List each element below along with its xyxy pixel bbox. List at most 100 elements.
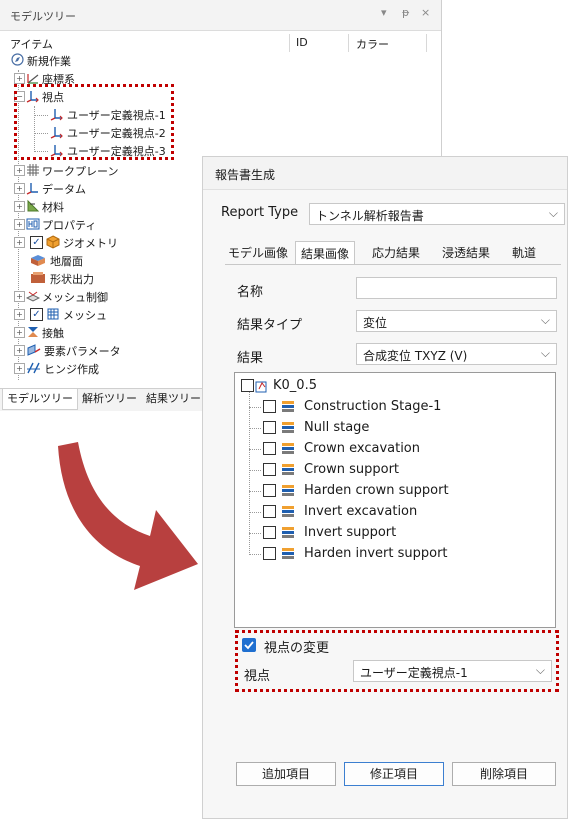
- expand-icon[interactable]: +: [14, 73, 25, 84]
- name-input[interactable]: [356, 277, 557, 299]
- report-type-label: Report Type: [221, 205, 299, 220]
- close-icon[interactable]: ×: [421, 6, 430, 19]
- tree-root[interactable]: 新規作業: [0, 52, 300, 70]
- construction-stage-icon: [281, 505, 295, 518]
- stage-label: Null stage: [304, 420, 370, 435]
- stage-checkbox[interactable]: [263, 484, 276, 497]
- expand-icon[interactable]: +: [14, 345, 25, 356]
- geometry-icon: [46, 235, 60, 249]
- stage-checkbox[interactable]: [263, 463, 276, 476]
- tree-item-label: プロパティ: [42, 219, 97, 232]
- construction-stage-icon: [281, 442, 295, 455]
- tab-seepage-result[interactable]: 浸透結果: [437, 241, 495, 265]
- mesh-control-icon: [25, 289, 41, 303]
- tree-title: モデルツリー: [10, 10, 76, 23]
- result-value: 合成変位 TXYZ (V): [363, 349, 468, 363]
- tree-item-label: データム: [42, 183, 86, 196]
- tab-result-image[interactable]: 結果画像: [295, 241, 356, 265]
- expand-icon[interactable]: +: [14, 165, 25, 176]
- tree-item-label: 材料: [42, 201, 64, 214]
- coordinate-system-icon: [26, 71, 40, 85]
- delete-item-button[interactable]: 削除項目: [452, 762, 556, 786]
- stage-row[interactable]: Crown excavation: [235, 439, 545, 460]
- tab-stress-result[interactable]: 応力結果: [367, 241, 425, 265]
- stage-row[interactable]: Null stage: [235, 418, 545, 439]
- modify-item-button[interactable]: 修正項目: [344, 762, 444, 786]
- stage-row[interactable]: Invert support: [235, 523, 545, 544]
- visibility-checkbox[interactable]: ✓: [30, 236, 43, 249]
- element-parameter-icon: [26, 343, 41, 357]
- tree-connector: [249, 449, 261, 450]
- chevron-down-icon: ⌵: [540, 313, 550, 327]
- expand-icon[interactable]: +: [14, 237, 25, 248]
- viewpoint-highlight-box: [14, 84, 174, 160]
- tree-item-label: ワークプレーン: [42, 165, 119, 178]
- column-color[interactable]: カラー: [356, 36, 389, 52]
- chevron-down-icon: ⌵: [540, 346, 550, 360]
- tree-item-label: ジオメトリ: [63, 237, 118, 250]
- stage-label: Crown support: [304, 462, 400, 477]
- dialog-title: 報告書生成: [215, 168, 276, 182]
- expand-icon[interactable]: +: [14, 219, 25, 230]
- stage-checkbox[interactable]: [263, 421, 276, 434]
- construction-stage-icon: [281, 484, 295, 497]
- stage-checkbox[interactable]: [263, 442, 276, 455]
- report-type-select[interactable]: トンネル解析報告書 ⌵: [309, 203, 565, 225]
- stage-checkbox[interactable]: [263, 526, 276, 539]
- tree-connector: [249, 407, 261, 408]
- result-select[interactable]: 合成変位 TXYZ (V) ⌵: [356, 343, 557, 365]
- visibility-checkbox[interactable]: ✓: [30, 308, 43, 321]
- tree-tab-bar: モデルツリー 解析ツリー 結果ツリー: [0, 388, 205, 411]
- dropdown-icon[interactable]: ▾: [381, 6, 387, 19]
- stage-checkbox[interactable]: [263, 400, 276, 413]
- tree-item-label: 接触: [42, 327, 64, 340]
- tab-model-image[interactable]: モデル画像: [223, 241, 293, 265]
- tree-connector: [249, 533, 261, 534]
- column-item[interactable]: アイテム: [10, 36, 53, 52]
- tree-item-label: 形状出力: [50, 273, 94, 286]
- expand-icon[interactable]: +: [14, 309, 25, 320]
- stage-label: Harden invert support: [304, 546, 448, 561]
- expand-icon[interactable]: +: [14, 291, 25, 302]
- tab-trajectory[interactable]: 軌道: [507, 241, 541, 265]
- expand-icon[interactable]: +: [14, 201, 25, 212]
- name-label: 名称: [237, 285, 264, 300]
- contact-icon: [26, 325, 40, 339]
- stage-row[interactable]: Invert excavation: [235, 502, 545, 523]
- stage-row[interactable]: Crown support: [235, 460, 545, 481]
- hinge-icon: [26, 361, 40, 375]
- tree-root-label: 新規作業: [27, 55, 71, 68]
- construction-stage-icon: [281, 421, 295, 434]
- material-icon: [26, 199, 40, 213]
- stage-row[interactable]: Harden invert support: [235, 544, 545, 565]
- result-tree-list[interactable]: K0_0.5 Construction Stage-1 Null stage C…: [234, 372, 556, 628]
- tab-analysis-tree[interactable]: 解析ツリー: [78, 389, 141, 409]
- result-tree-root[interactable]: K0_0.5: [235, 376, 535, 397]
- tree-connector: [249, 428, 261, 429]
- tree-connector: [249, 491, 261, 492]
- pin-icon[interactable]: ᵽ: [402, 6, 409, 19]
- tree-item-label: ヒンジ作成: [44, 363, 99, 376]
- tree-titlebar: モデルツリー ▾ ᵽ ×: [0, 0, 441, 31]
- stage-row[interactable]: Construction Stage-1: [235, 397, 545, 418]
- add-item-button[interactable]: 追加項目: [236, 762, 336, 786]
- project-icon: [10, 53, 24, 67]
- expand-icon[interactable]: +: [14, 327, 25, 338]
- stage-row[interactable]: Harden crown support: [235, 481, 545, 502]
- tab-result-tree[interactable]: 結果ツリー: [142, 389, 205, 409]
- shape-output-icon: [30, 271, 45, 285]
- column-id[interactable]: ID: [296, 36, 308, 49]
- result-type-select[interactable]: 変位 ⌵: [356, 310, 557, 332]
- chevron-down-icon: ⌵: [548, 206, 558, 220]
- construction-stage-icon: [281, 463, 295, 476]
- tree-item-label: メッシュ: [63, 309, 107, 322]
- stage-label: Crown excavation: [304, 441, 421, 456]
- tree-column-header: アイテム ID カラー: [0, 34, 441, 52]
- expand-icon[interactable]: +: [14, 183, 25, 194]
- expand-icon[interactable]: +: [14, 363, 25, 374]
- stage-checkbox[interactable]: [263, 547, 276, 560]
- tab-model-tree[interactable]: モデルツリー: [2, 389, 78, 410]
- column-divider: [289, 34, 290, 52]
- stage-checkbox[interactable]: [263, 505, 276, 518]
- stage-checkbox[interactable]: [241, 379, 254, 392]
